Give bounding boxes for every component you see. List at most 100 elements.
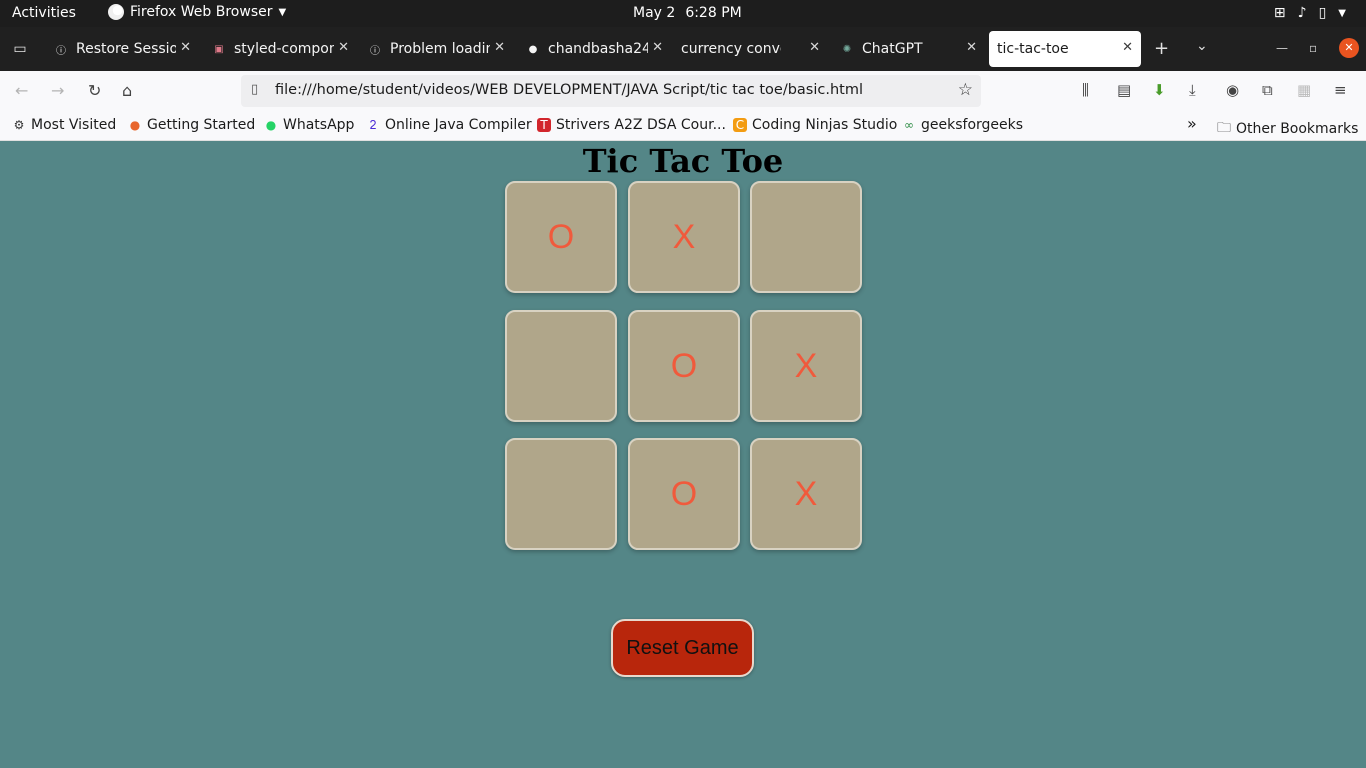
forward-arrow-icon[interactable]: →: [51, 81, 64, 100]
tab-5[interactable]: currency converter ✕: [673, 31, 828, 67]
bookmark-item[interactable]: ● Getting Started: [128, 117, 256, 133]
tab-title: currency converter: [681, 41, 781, 57]
minimize-icon[interactable]: —: [1276, 41, 1288, 55]
board-cell-3[interactable]: [750, 181, 862, 293]
board-cell-9[interactable]: X: [750, 438, 862, 550]
app-menu-label: Firefox Web Browser: [130, 4, 273, 20]
tab-strip: ▭ ⓘ Restore Session ✕ ▣ styled-components ✕ ⓘ P…: [0, 27, 1366, 71]
extension-grid-icon[interactable]: ▦: [1297, 81, 1311, 99]
tab-3[interactable]: ⓘ Problem loading page ✕: [358, 31, 513, 67]
system-top-bar: Activities Firefox Web Browser ▼ May 2 6…: [0, 0, 1366, 27]
bookmark-item[interactable]: C Coding Ninjas Studio: [733, 117, 897, 133]
close-tab-icon[interactable]: ✕: [338, 40, 349, 55]
new-tab-button[interactable]: +: [1154, 38, 1169, 59]
bookmarks-toolbar: ⚙ Most Visited ● Getting Started ● WhatsApp ᒿ O…: [0, 111, 1366, 141]
whatsapp-icon: ●: [265, 118, 277, 132]
bookmark-label: Online Java Compiler: [385, 117, 532, 133]
info-icon: ⓘ: [56, 45, 66, 57]
tab-6[interactable]: ✺ ChatGPT ✕: [830, 31, 985, 67]
board-cell-5[interactable]: O: [628, 310, 740, 422]
game-title: Tic Tac Toe: [582, 142, 784, 180]
tab-4[interactable]: ● chandbasha24/ ✕: [516, 31, 671, 67]
board-cell-6[interactable]: X: [750, 310, 862, 422]
image-favicon: ▣: [214, 43, 224, 55]
volume-icon: ♪: [1297, 5, 1307, 21]
tab-title: chandbasha24/: [548, 41, 648, 57]
sidebar-icon[interactable]: ▤: [1117, 81, 1131, 99]
folder-icon: 🗀: [1217, 120, 1231, 136]
programiz-icon: ᒿ: [369, 117, 377, 132]
firefox-icon: [108, 4, 124, 20]
app-menu[interactable]: Firefox Web Browser ▼: [108, 4, 286, 20]
tab-1[interactable]: ⓘ Restore Session ✕: [44, 31, 199, 67]
other-bookmarks[interactable]: 🗀 Other Bookmarks: [1217, 117, 1358, 141]
board-cell-4[interactable]: [505, 310, 617, 422]
bookmark-item[interactable]: ∞ geeksforgeeks: [902, 117, 1023, 133]
account-icon[interactable]: ◉: [1226, 81, 1239, 99]
bookmark-label: Most Visited: [31, 117, 117, 133]
chatgpt-icon: ✺: [842, 43, 852, 55]
clock[interactable]: May 2 6:28 PM: [633, 5, 742, 21]
bookmark-item[interactable]: ● WhatsApp: [264, 117, 355, 133]
url-bar[interactable]: ▯ file:///home/student/videos/WEB DEVELO…: [241, 75, 981, 107]
bookmark-label: WhatsApp: [283, 117, 355, 133]
library-icon[interactable]: ⫼: [1082, 81, 1089, 99]
bookmark-item[interactable]: T Strivers A2Z DSA Cour...: [537, 117, 726, 133]
reset-game-button[interactable]: Reset Game: [611, 619, 754, 677]
coding-ninjas-icon: C: [733, 118, 747, 132]
close-window-icon[interactable]: ✕: [1339, 38, 1359, 58]
network-icon: ⊞: [1273, 5, 1286, 21]
tab-title: Restore Session: [76, 41, 176, 57]
battery-icon: ▯: [1318, 5, 1327, 21]
list-all-tabs-chevron-icon[interactable]: ⌄: [1196, 38, 1208, 54]
extensions-puzzle-icon[interactable]: ⧉: [1262, 81, 1273, 99]
tab-2[interactable]: ▣ styled-components ✕: [202, 31, 357, 67]
close-tab-icon[interactable]: ✕: [652, 40, 663, 55]
page-content: Tic Tac Toe OXOXOX Reset Game: [0, 141, 1366, 768]
bookmark-star-icon[interactable]: ☆: [958, 80, 973, 100]
bookmark-label: Coding Ninjas Studio: [752, 117, 898, 133]
board-cell-7[interactable]: [505, 438, 617, 550]
bookmark-item[interactable]: ⚙ Most Visited: [12, 117, 117, 133]
close-tab-icon[interactable]: ✕: [1122, 40, 1133, 55]
reload-icon[interactable]: ↻: [88, 81, 101, 100]
back-arrow-icon[interactable]: ←: [15, 81, 28, 100]
maximize-icon[interactable]: ▫: [1309, 41, 1317, 55]
url-text[interactable]: file:///home/student/videos/WEB DEVELOPM…: [275, 82, 863, 98]
gear-icon: ⚙: [13, 118, 25, 132]
firefox-view-icon[interactable]: ▭: [9, 38, 31, 60]
caret-down-icon: ▼: [278, 6, 287, 18]
tab-title: ChatGPT: [862, 41, 923, 57]
tab-7[interactable]: tic-tac-toe ✕: [989, 31, 1141, 67]
board-cell-2[interactable]: X: [628, 181, 740, 293]
board-cell-1[interactable]: O: [505, 181, 617, 293]
more-bookmarks-chevron-icon[interactable]: »: [1187, 114, 1197, 133]
github-icon: ●: [528, 43, 538, 55]
close-tab-icon[interactable]: ✕: [494, 40, 505, 55]
system-tray[interactable]: ⊞ ♪ ▯ ▼: [1274, 5, 1346, 21]
bookmark-label: Getting Started: [147, 117, 256, 133]
bookmark-label: Strivers A2Z DSA Cour...: [556, 117, 726, 133]
bookmark-item[interactable]: ᒿ Online Java Compiler: [366, 117, 532, 133]
tab-title: Problem loading page: [390, 41, 490, 57]
hamburger-menu-icon[interactable]: ≡: [1334, 81, 1347, 99]
extension-download-icon[interactable]: ⬇: [1153, 81, 1166, 99]
other-bookmarks-label: Other Bookmarks: [1236, 121, 1359, 137]
navigation-bar: ← → ↻ ⌂ ▯ file:///home/student/videos/WE…: [0, 71, 1366, 111]
clock-time: 6:28 PM: [685, 5, 742, 21]
downloads-icon[interactable]: ⤓: [1189, 81, 1196, 99]
close-tab-icon[interactable]: ✕: [966, 40, 977, 55]
board-cell-8[interactable]: O: [628, 438, 740, 550]
clock-date: May 2: [633, 5, 676, 21]
tab-title: styled-components: [234, 41, 334, 57]
firefox-icon: ●: [129, 118, 141, 132]
tray-caret-icon: ▼: [1338, 7, 1346, 19]
tuf-icon: T: [537, 118, 551, 132]
close-tab-icon[interactable]: ✕: [809, 40, 820, 55]
file-page-icon: ▯: [251, 82, 259, 97]
info-icon: ⓘ: [370, 45, 380, 57]
home-icon[interactable]: ⌂: [122, 81, 132, 100]
tab-title: tic-tac-toe: [997, 41, 1069, 57]
activities-button[interactable]: Activities: [12, 5, 76, 21]
close-tab-icon[interactable]: ✕: [180, 40, 191, 55]
